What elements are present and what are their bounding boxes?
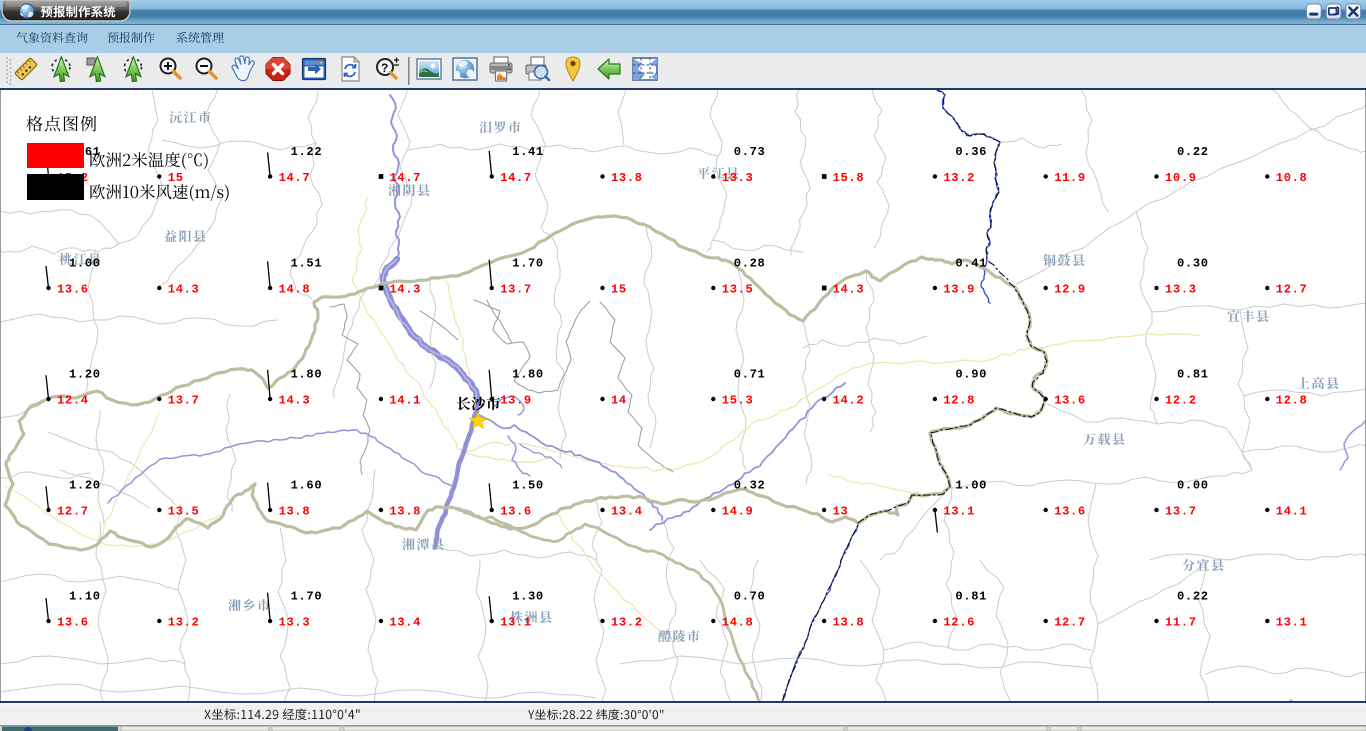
svg-text:15.8: 15.8	[833, 171, 865, 185]
svg-text:14.7: 14.7	[389, 171, 421, 185]
svg-text:1.22: 1.22	[291, 145, 323, 159]
svg-text:14.7: 14.7	[500, 171, 532, 185]
svg-text:0.71: 0.71	[734, 368, 766, 382]
svg-text:13.5: 13.5	[722, 283, 754, 297]
svg-text:0.81: 0.81	[1177, 368, 1209, 382]
svg-text:14.1: 14.1	[1276, 505, 1308, 519]
svg-text:13.7: 13.7	[500, 283, 532, 297]
svg-text:14: 14	[611, 394, 627, 408]
svg-text:13.8: 13.8	[833, 616, 865, 630]
svg-text:10.8: 10.8	[1276, 171, 1308, 185]
svg-text:13.6: 13.6	[1054, 394, 1086, 408]
svg-text:14.2: 14.2	[833, 394, 865, 408]
svg-text:13.3: 13.3	[722, 171, 754, 185]
svg-text:15.3: 15.3	[722, 394, 754, 408]
svg-text:1.70: 1.70	[512, 257, 544, 271]
svg-text:14.8: 14.8	[279, 283, 311, 297]
svg-text:13.3: 13.3	[279, 616, 311, 630]
svg-text:14.8: 14.8	[722, 616, 754, 630]
svg-text:13.2: 13.2	[168, 616, 200, 630]
svg-text:13: 13	[833, 505, 849, 519]
svg-text:1.20: 1.20	[69, 479, 101, 493]
svg-text:0.73: 0.73	[734, 145, 766, 159]
svg-text:1.80: 1.80	[291, 368, 323, 382]
svg-text:14.3: 14.3	[389, 283, 421, 297]
svg-text:11.9: 11.9	[1054, 171, 1086, 185]
svg-text:13.6: 13.6	[500, 505, 532, 519]
svg-text:14.3: 14.3	[168, 283, 200, 297]
svg-text:0.22: 0.22	[1177, 590, 1209, 604]
svg-text:0.41: 0.41	[955, 257, 987, 271]
svg-text:13.8: 13.8	[389, 505, 421, 519]
svg-text:0.81: 0.81	[955, 590, 987, 604]
svg-text:13.6: 13.6	[57, 616, 89, 630]
svg-text:13.5: 13.5	[168, 505, 200, 519]
svg-text:12.6: 12.6	[943, 616, 975, 630]
svg-text:13.9: 13.9	[500, 394, 532, 408]
svg-text:13.4: 13.4	[611, 505, 643, 519]
svg-text:12.7: 12.7	[1276, 283, 1308, 297]
svg-text:1.41: 1.41	[512, 145, 544, 159]
svg-text:0.30: 0.30	[1177, 257, 1209, 271]
svg-text:1.60: 1.60	[291, 479, 323, 493]
svg-text:0.70: 0.70	[734, 590, 766, 604]
svg-text:0.90: 0.90	[955, 368, 987, 382]
svg-text:13.8: 13.8	[279, 505, 311, 519]
svg-text:0.32: 0.32	[734, 479, 766, 493]
svg-text:1.51: 1.51	[291, 257, 323, 271]
svg-text:13.9: 13.9	[943, 283, 975, 297]
svg-text:0.00: 0.00	[1177, 479, 1209, 493]
svg-text:10.9: 10.9	[1165, 171, 1197, 185]
svg-text:0.28: 0.28	[734, 257, 766, 271]
svg-text:13.3: 13.3	[1165, 283, 1197, 297]
svg-text:13.1: 13.1	[500, 616, 532, 630]
svg-text:13.7: 13.7	[168, 394, 200, 408]
svg-text:1.00: 1.00	[955, 479, 987, 493]
svg-text:12.7: 12.7	[1054, 616, 1086, 630]
svg-text:1.50: 1.50	[512, 479, 544, 493]
svg-text:12.8: 12.8	[943, 394, 975, 408]
svg-text:13.2: 13.2	[943, 171, 975, 185]
svg-text:1.80: 1.80	[512, 368, 544, 382]
svg-text:15: 15	[611, 283, 627, 297]
svg-text:12.7: 12.7	[57, 505, 89, 519]
svg-text:12.2: 12.2	[1165, 394, 1197, 408]
svg-text:13.4: 13.4	[389, 616, 421, 630]
svg-text:14.3: 14.3	[279, 394, 311, 408]
svg-text:14.3: 14.3	[833, 283, 865, 297]
svg-text:14.9: 14.9	[722, 505, 754, 519]
svg-text:1.30: 1.30	[512, 590, 544, 604]
svg-text:13.6: 13.6	[1054, 505, 1086, 519]
svg-text:0.22: 0.22	[1177, 145, 1209, 159]
svg-text:0.36: 0.36	[955, 145, 987, 159]
svg-text:11.7: 11.7	[1165, 616, 1197, 630]
svg-text:13.8: 13.8	[611, 171, 643, 185]
svg-text:1.70: 1.70	[291, 590, 323, 604]
svg-text:1.10: 1.10	[69, 590, 101, 604]
svg-text:13.7: 13.7	[1165, 505, 1197, 519]
svg-text:13.2: 13.2	[611, 616, 643, 630]
svg-text:1.00: 1.00	[69, 257, 101, 271]
svg-text:15: 15	[168, 171, 184, 185]
svg-text:14.7: 14.7	[279, 171, 311, 185]
svg-text:12.8: 12.8	[1276, 394, 1308, 408]
svg-text:13.6: 13.6	[57, 283, 89, 297]
svg-text:13.1: 13.1	[943, 505, 975, 519]
svg-text:12.4: 12.4	[57, 394, 89, 408]
svg-text:?: ?	[381, 61, 388, 75]
svg-text:1.20: 1.20	[69, 368, 101, 382]
svg-text:14.1: 14.1	[389, 394, 421, 408]
svg-text:13.1: 13.1	[1276, 616, 1308, 630]
svg-text:12.9: 12.9	[1054, 283, 1086, 297]
